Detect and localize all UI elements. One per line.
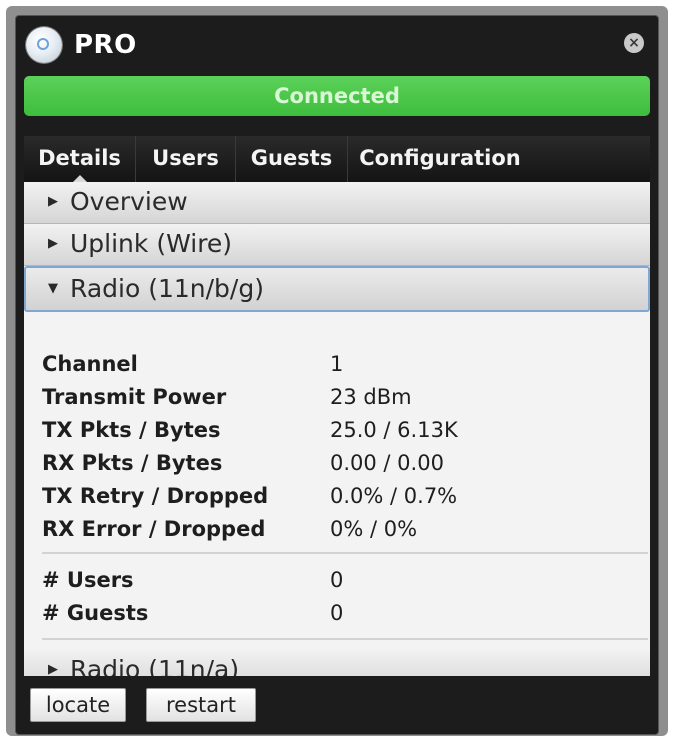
section-radio-a[interactable]: ▶ Radio (11n/a) [24, 650, 650, 676]
detail-row: TX Pkts / Bytes 25.0 / 6.13K [24, 418, 650, 450]
collapsed-arrow-icon: ▶ [48, 236, 58, 251]
detail-row: RX Pkts / Bytes 0.00 / 0.00 [24, 451, 650, 483]
detail-value: 1 [330, 352, 344, 376]
title-bar: PRO × [16, 16, 658, 76]
detail-value: 0 [330, 568, 344, 592]
detail-row: # Users 0 [24, 568, 650, 600]
detail-value: 0% / 0% [330, 517, 418, 541]
detail-key: Transmit Power [42, 385, 227, 409]
section-label: Radio (11n/a) [70, 655, 240, 676]
collapsed-arrow-icon: ▶ [48, 662, 58, 676]
section-label: Radio (11n/b/g) [70, 274, 264, 303]
detail-key: RX Pkts / Bytes [42, 451, 223, 475]
close-icon[interactable]: × [624, 33, 644, 53]
detail-value: 0.0% / 0.7% [330, 484, 458, 508]
tab-configuration[interactable]: Configuration [348, 136, 532, 182]
detail-row: Transmit Power 23 dBm [24, 385, 650, 417]
tab-details[interactable]: Details [24, 136, 136, 183]
detail-value: 23 dBm [330, 385, 412, 409]
details-panel: ▶ Overview ▶ Uplink (Wire) ▼ Radio (11n/… [24, 182, 650, 676]
section-radio-bg[interactable]: ▼ Radio (11n/b/g) [24, 266, 650, 312]
detail-key: Channel [42, 352, 138, 376]
detail-key: RX Error / Dropped [42, 517, 266, 541]
detail-key: # Guests [42, 601, 149, 625]
locate-button[interactable]: locate [30, 688, 126, 722]
restart-button[interactable]: restart [146, 688, 256, 722]
status-banner: Connected [24, 76, 650, 116]
detail-row: Channel 1 [24, 352, 650, 384]
detail-row: RX Error / Dropped 0% / 0% [24, 517, 650, 549]
divider [42, 638, 648, 640]
tab-bar: Details Users Guests Configuration [24, 136, 650, 183]
detail-row: TX Retry / Dropped 0.0% / 0.7% [24, 484, 650, 516]
section-overview[interactable]: ▶ Overview [24, 182, 650, 224]
tab-guests[interactable]: Guests [236, 136, 348, 182]
tab-users[interactable]: Users [136, 136, 236, 182]
section-label: Overview [70, 187, 188, 216]
collapsed-arrow-icon: ▶ [48, 194, 58, 209]
expanded-arrow-icon: ▼ [48, 281, 58, 296]
window-title: PRO [74, 30, 137, 60]
detail-value: 0 [330, 601, 344, 625]
detail-key: TX Pkts / Bytes [42, 418, 221, 442]
section-label: Uplink (Wire) [70, 229, 233, 258]
device-window: PRO × Connected Details Users Guests Con… [16, 16, 658, 734]
detail-key: TX Retry / Dropped [42, 484, 269, 508]
divider [42, 552, 648, 554]
detail-row: # Guests 0 [24, 601, 650, 633]
detail-key: # Users [42, 568, 134, 592]
section-uplink[interactable]: ▶ Uplink (Wire) [24, 224, 650, 266]
detail-value: 25.0 / 6.13K [330, 418, 458, 442]
detail-value: 0.00 / 0.00 [330, 451, 444, 475]
circle-logo-icon [26, 27, 62, 63]
